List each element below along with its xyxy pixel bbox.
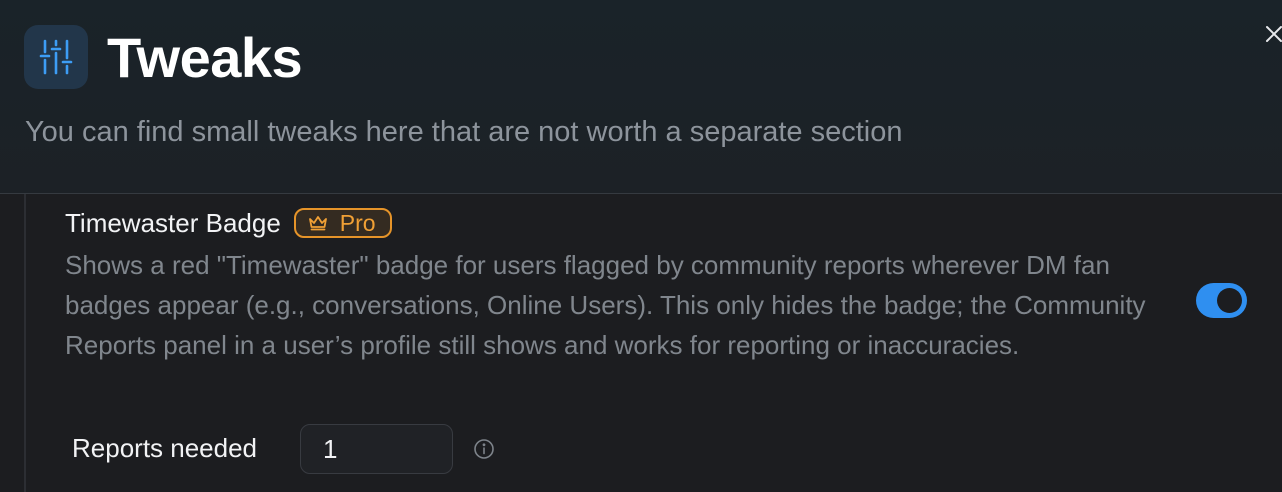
close-icon	[1266, 26, 1282, 42]
crown-icon	[308, 216, 327, 231]
pro-badge: Pro	[293, 208, 392, 238]
sliders-icon	[24, 25, 88, 89]
setting-title: Timewaster Badge	[65, 208, 281, 238]
close-button[interactable]	[1262, 22, 1282, 46]
setting-header: Timewaster Badge Pro	[65, 205, 392, 241]
page-title: Tweaks	[107, 26, 303, 89]
page-header: Tweaks You can find small tweaks here th…	[0, 0, 1282, 194]
reports-needed-label: Reports needed	[72, 433, 258, 463]
info-icon[interactable]	[473, 438, 495, 460]
reports-needed-input[interactable]	[300, 424, 453, 474]
pro-badge-label: Pro	[339, 210, 376, 236]
page-subtitle: You can find small tweaks here that are …	[25, 116, 903, 148]
tweaks-page: Tweaks You can find small tweaks here th…	[0, 0, 1282, 492]
timewaster-badge-toggle[interactable]	[1196, 283, 1247, 318]
setting-description: Shows a red "Timewaster" badge for users…	[65, 250, 1146, 360]
settings-content: Timewaster Badge Pro Shows a red "Timewa…	[0, 194, 1282, 492]
toggle-knob	[1217, 288, 1242, 313]
content-divider	[24, 194, 26, 492]
